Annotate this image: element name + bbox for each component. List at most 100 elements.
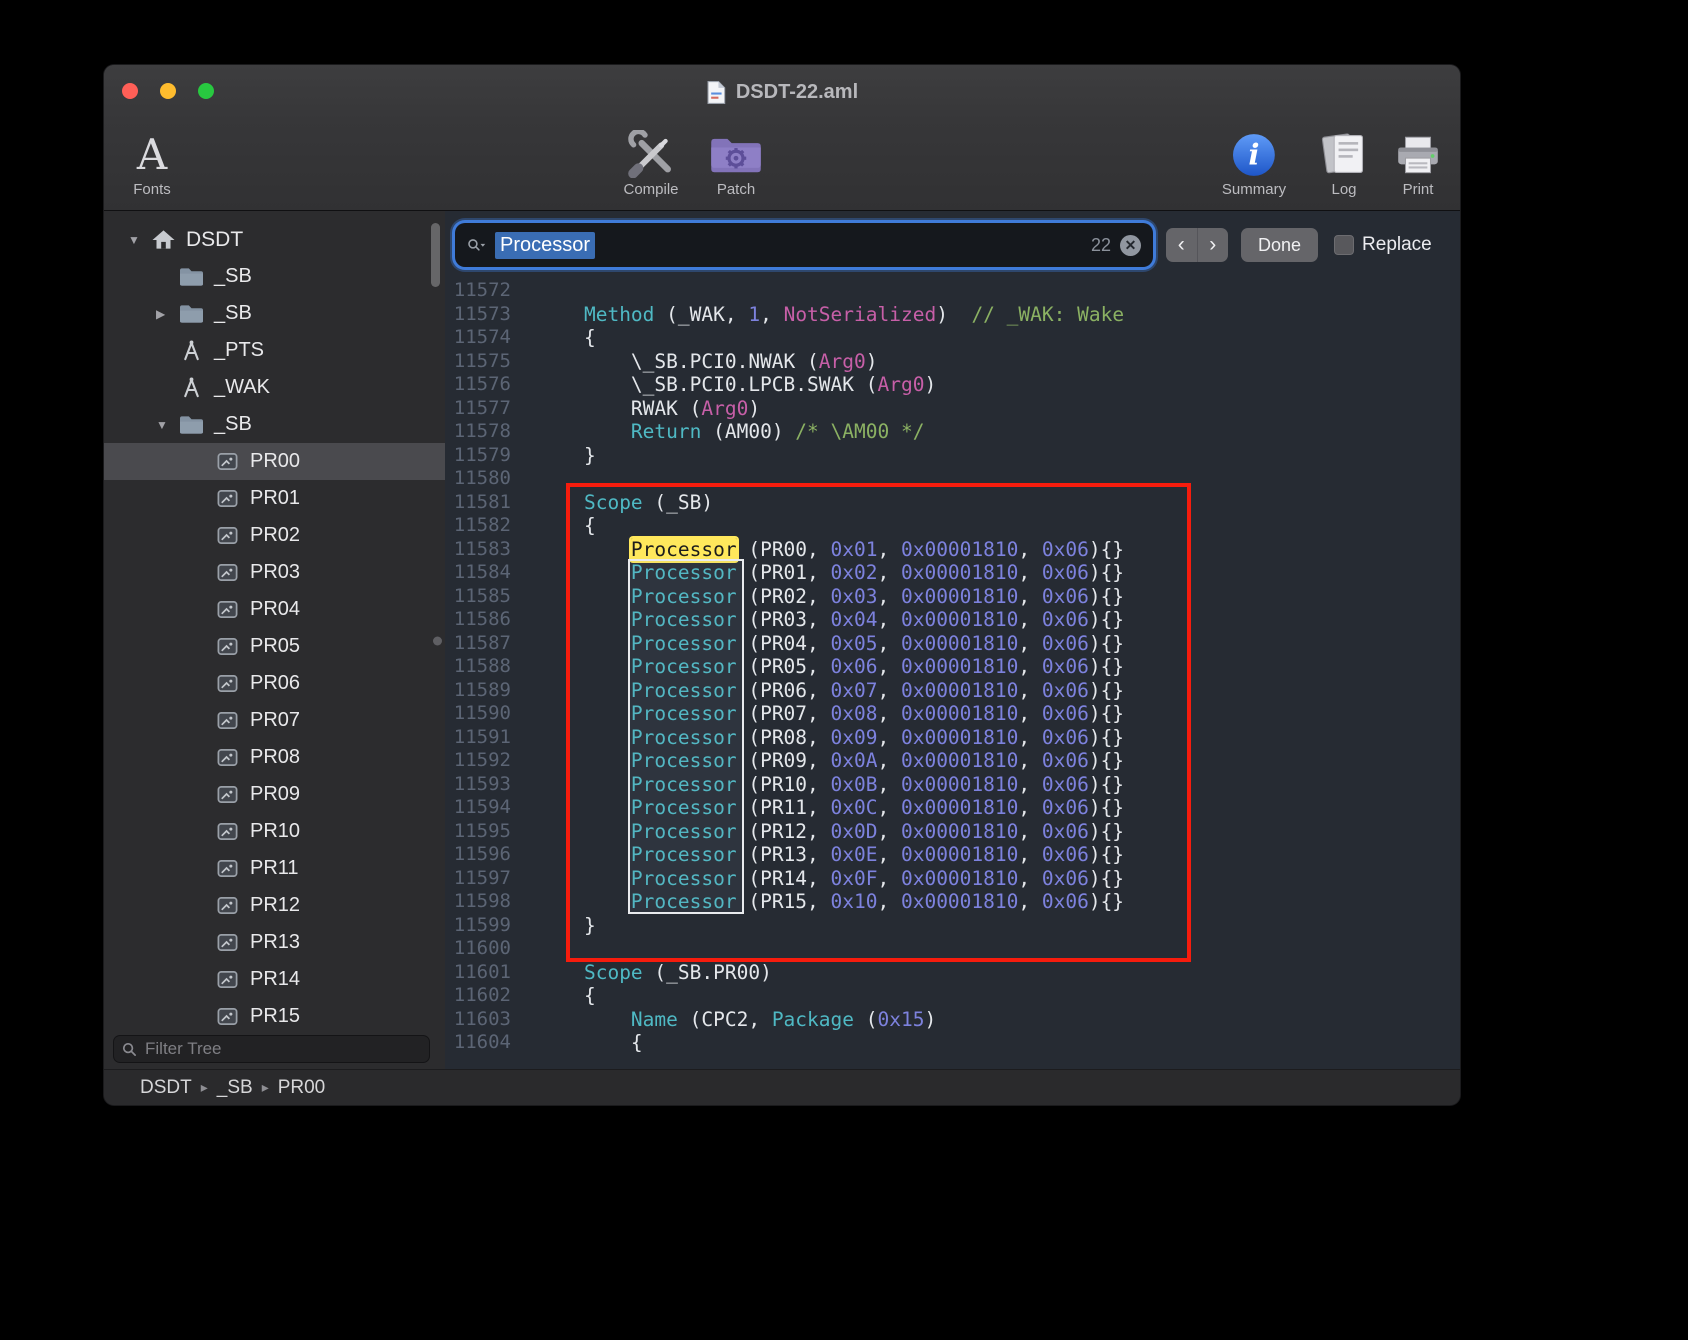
replace-checkbox[interactable]	[1334, 235, 1354, 255]
code-line: Processor (PR00, 0x01, 0x00001810, 0x06)…	[537, 538, 1460, 562]
code-line: Processor (PR09, 0x0A, 0x00001810, 0x06)…	[537, 749, 1460, 773]
code-line: Processor (PR11, 0x0C, 0x00001810, 0x06)…	[537, 796, 1460, 820]
fonts-toolbar-button[interactable]: A Fonts	[133, 124, 171, 198]
processor-icon	[214, 783, 241, 806]
tree-item-pr02[interactable]: PR02	[104, 517, 445, 554]
code-line: Processor (PR14, 0x0F, 0x00001810, 0x06)…	[537, 867, 1460, 891]
breadcrumb-item-dsdt[interactable]: DSDT	[140, 1077, 192, 1099]
find-query-text: Processor	[495, 232, 595, 259]
code-line: Processor (PR12, 0x0D, 0x00001810, 0x06)…	[537, 820, 1460, 844]
disclosure-right-icon[interactable]: ▶	[156, 307, 178, 321]
processor-icon	[214, 894, 241, 917]
tree-item-pr08[interactable]: PR08	[104, 739, 445, 776]
line-number: 11573	[445, 303, 511, 327]
traffic-lights	[122, 83, 214, 99]
print-toolbar-button[interactable]: Print	[1393, 124, 1443, 198]
window-title-group: DSDT-22.aml	[706, 65, 858, 120]
clear-search-button[interactable]: ✕	[1120, 235, 1141, 256]
tree-item-label: _PTS	[214, 339, 264, 362]
find-field[interactable]: Processor 22 ✕	[455, 223, 1153, 267]
log-label: Log	[1331, 181, 1356, 198]
patch-toolbar-button[interactable]: Patch	[708, 124, 764, 198]
line-number: 11603	[445, 1008, 511, 1032]
summary-label: Summary	[1222, 181, 1286, 198]
find-match: Processor	[631, 608, 737, 631]
code-area[interactable]: 1157211573115741157511576115771157811579…	[445, 279, 1460, 1070]
processor-icon	[214, 820, 241, 843]
line-number: 11594	[445, 796, 511, 820]
done-button[interactable]: Done	[1241, 228, 1318, 262]
print-label: Print	[1403, 181, 1434, 198]
zoom-button[interactable]	[198, 83, 214, 99]
processor-icon	[214, 746, 241, 769]
find-match: Processor	[631, 867, 737, 890]
log-toolbar-button[interactable]: Log	[1319, 124, 1369, 198]
tree-item-dsdt[interactable]: ▼DSDT	[104, 221, 445, 258]
line-number: 11597	[445, 867, 511, 891]
disclosure-down-icon[interactable]: ▼	[156, 418, 178, 432]
tree-item-label: _WAK	[214, 376, 270, 399]
sidebar: ▼DSDT_SB▶_SB _PTS _WAK ▼_SB PR00 PR01PR02PR03…	[104, 211, 446, 1070]
tree-item-_pts[interactable]: _PTS	[104, 332, 445, 369]
tree-item-pr10[interactable]: PR10	[104, 813, 445, 850]
tree-item-pr06[interactable]: PR06	[104, 665, 445, 702]
tree-item-label: PR15	[250, 1005, 300, 1026]
find-match: Processor	[631, 773, 737, 796]
line-number: 11584	[445, 561, 511, 585]
main-area: ▼DSDT_SB▶_SB _PTS _WAK ▼_SB PR00 PR01PR02PR03…	[104, 211, 1460, 1070]
tree-item-pr03[interactable]: PR03	[104, 554, 445, 591]
code-line: \_SB.PCI0.LPCB.SWAK (Arg0)	[537, 373, 1460, 397]
line-number: 11585	[445, 585, 511, 609]
filter-tree-field[interactable]	[113, 1035, 430, 1063]
code-line: }	[537, 444, 1460, 468]
line-number: 11600	[445, 937, 511, 961]
tree-item-pr04[interactable]: PR04	[104, 591, 445, 628]
code-line: Scope (_SB)	[537, 491, 1460, 515]
tree-item-_wak[interactable]: _WAK	[104, 369, 445, 406]
tree-item-pr13[interactable]: PR13	[104, 924, 445, 961]
find-next-button[interactable]: ›	[1198, 228, 1229, 262]
tree-item-pr07[interactable]: PR07	[104, 702, 445, 739]
line-number: 11593	[445, 773, 511, 797]
tree-item-pr01[interactable]: PR01	[104, 480, 445, 517]
toolbar: A Fonts Compile	[104, 120, 1460, 211]
tree-item-_sb[interactable]: _SB	[104, 258, 445, 295]
disclosure-down-icon[interactable]: ▼	[128, 233, 150, 247]
tree-item-pr05[interactable]: PR05	[104, 628, 445, 665]
filter-tree-input[interactable]	[143, 1038, 421, 1060]
processor-icon	[214, 857, 241, 880]
minimize-button[interactable]	[160, 83, 176, 99]
folder-icon	[178, 265, 205, 288]
tree-item-pr11[interactable]: PR11	[104, 850, 445, 887]
tree-item-_sb[interactable]: ▶_SB	[104, 295, 445, 332]
tree-item-pr09[interactable]: PR09	[104, 776, 445, 813]
summary-toolbar-button[interactable]: i Summary	[1222, 124, 1286, 198]
close-button[interactable]	[122, 83, 138, 99]
line-number-gutter: 1157211573115741157511576115771157811579…	[445, 279, 525, 1055]
print-icon	[1393, 134, 1443, 178]
breadcrumb-item-_sb[interactable]: _SB	[217, 1077, 253, 1099]
code-line: }	[537, 914, 1460, 938]
line-number: 11576	[445, 373, 511, 397]
sidebar-scrollbar-thumb[interactable]	[431, 223, 440, 287]
tree-item-pr12[interactable]: PR12	[104, 887, 445, 924]
compile-toolbar-button[interactable]: Compile	[623, 124, 678, 198]
processor-icon	[214, 561, 241, 584]
tree-item-pr00[interactable]: PR00	[104, 443, 445, 480]
fonts-label: Fonts	[133, 181, 171, 198]
code-line: {	[537, 326, 1460, 350]
splitter-handle[interactable]	[433, 636, 442, 645]
find-match: Processor	[631, 632, 737, 655]
code-line: Processor (PR08, 0x09, 0x00001810, 0x06)…	[537, 726, 1460, 750]
tree-item-_sb[interactable]: ▼_SB	[104, 406, 445, 443]
search-scope-icon	[467, 237, 486, 254]
tree-item-pr14[interactable]: PR14	[104, 961, 445, 998]
breadcrumb-item-pr00[interactable]: PR00	[278, 1077, 326, 1099]
find-previous-button[interactable]: ‹	[1166, 228, 1198, 262]
tree-item-label: PR13	[250, 931, 300, 954]
code-line: Scope (_SB.PR00)	[537, 961, 1460, 985]
tree-item-label: PR00	[250, 450, 300, 473]
tree-item-pr15[interactable]: PR15	[104, 998, 445, 1026]
tree-item-label: PR06	[250, 672, 300, 695]
line-number: 11582	[445, 514, 511, 538]
